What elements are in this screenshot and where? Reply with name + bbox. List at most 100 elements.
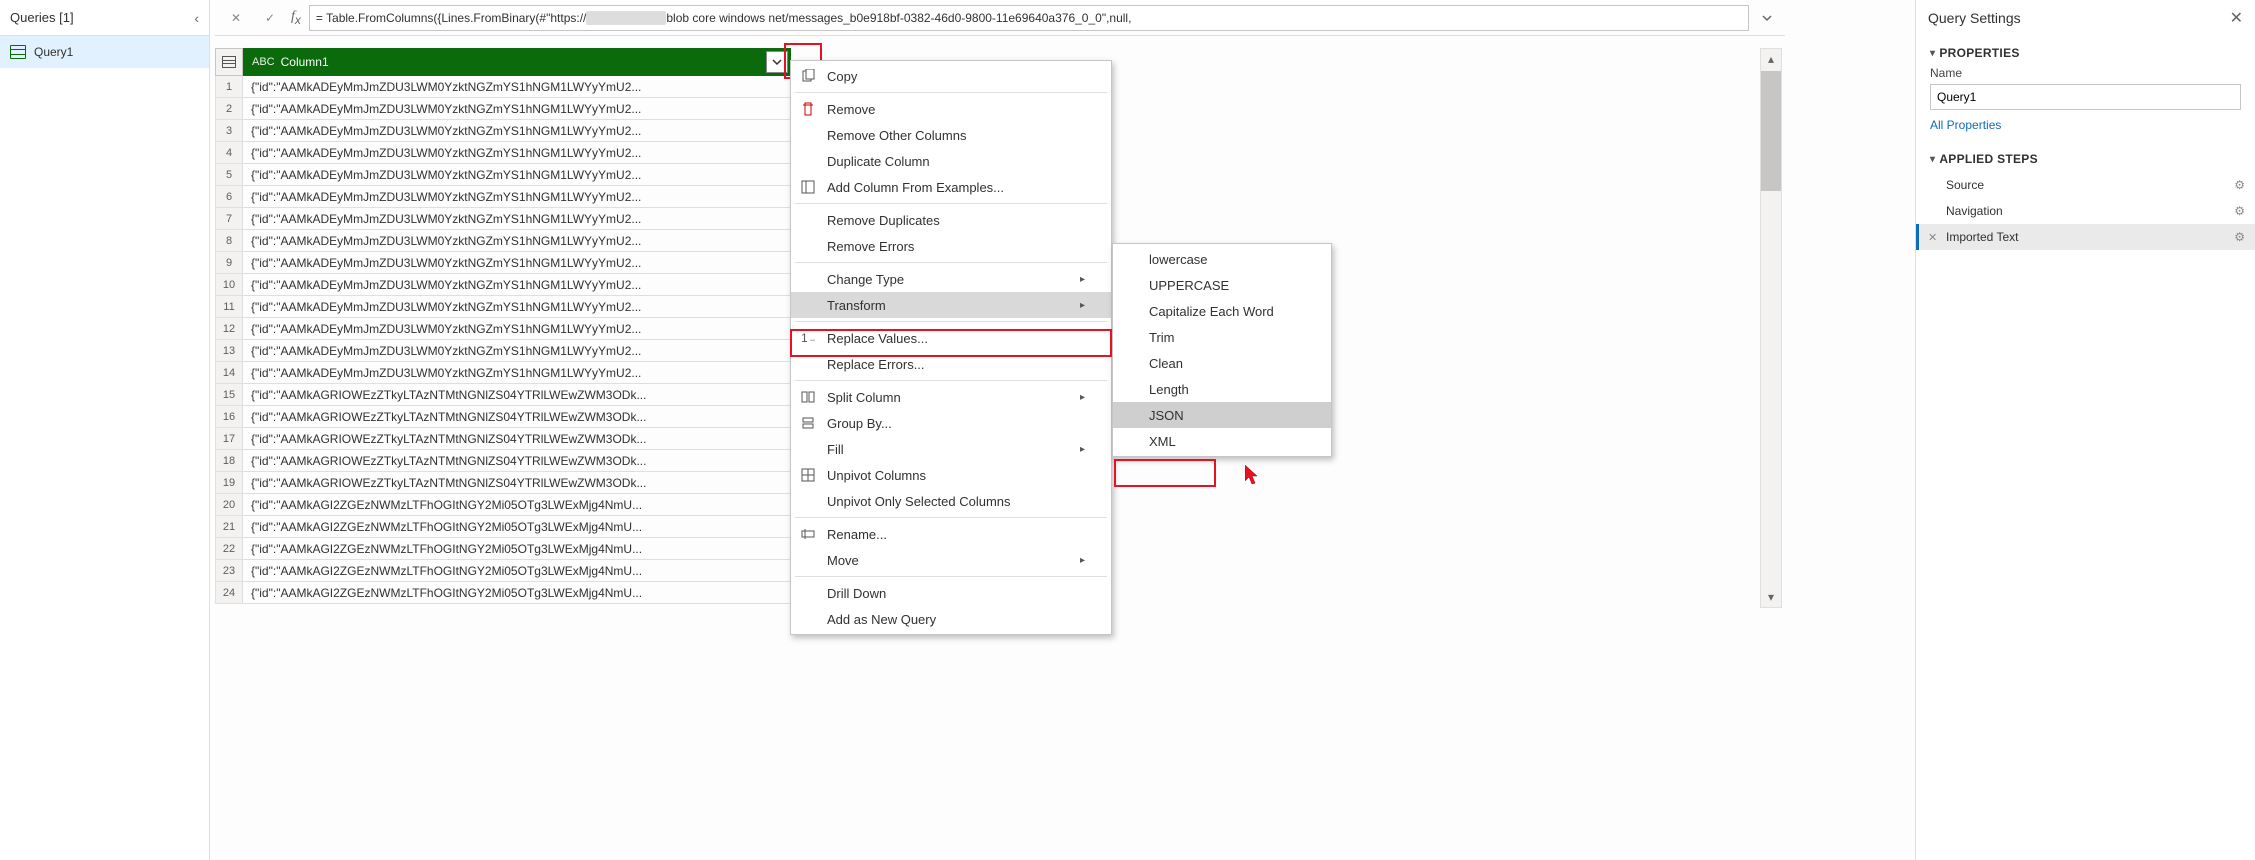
data-cell[interactable]: {"id":"AAMkAGI2ZGEzNWMzLTFhOGItNGY2Mi05O… bbox=[243, 516, 791, 538]
menu-item-remove-errors[interactable]: Remove Errors bbox=[791, 233, 1111, 259]
row-number-cell[interactable]: 5 bbox=[215, 164, 243, 186]
scroll-up-arrow[interactable]: ▴ bbox=[1761, 49, 1781, 69]
submenu-item-json[interactable]: JSON bbox=[1113, 402, 1331, 428]
menu-item-remove[interactable]: Remove bbox=[791, 96, 1111, 122]
data-cell[interactable]: {"id":"AAMkAGRIOWEzZTkyLTAzNTMtNGNlZS04Y… bbox=[243, 450, 791, 472]
menu-item-group-by[interactable]: Group By... bbox=[791, 410, 1111, 436]
data-cell[interactable]: {"id":"AAMkADEyMmJmZDU3LWM0YzktNGZmYS1hN… bbox=[243, 164, 791, 186]
data-cell[interactable]: {"id":"AAMkADEyMmJmZDU3LWM0YzktNGZmYS1hN… bbox=[243, 142, 791, 164]
data-cell[interactable]: {"id":"AAMkADEyMmJmZDU3LWM0YzktNGZmYS1hN… bbox=[243, 98, 791, 120]
gear-icon[interactable]: ⚙ bbox=[2234, 204, 2245, 218]
menu-item-unpivot-only-selected-columns[interactable]: Unpivot Only Selected Columns bbox=[791, 488, 1111, 514]
data-cell[interactable]: {"id":"AAMkADEyMmJmZDU3LWM0YzktNGZmYS1hN… bbox=[243, 230, 791, 252]
row-number-cell[interactable]: 2 bbox=[215, 98, 243, 120]
row-number-cell[interactable]: 20 bbox=[215, 494, 243, 516]
data-cell[interactable]: {"id":"AAMkAGRIOWEzZTkyLTAzNTMtNGNlZS04Y… bbox=[243, 406, 791, 428]
menu-item-move[interactable]: Move▸ bbox=[791, 547, 1111, 573]
formula-cancel-button[interactable]: ✕ bbox=[223, 5, 249, 31]
submenu-item-length[interactable]: Length bbox=[1113, 376, 1331, 402]
row-number-cell[interactable]: 3 bbox=[215, 120, 243, 142]
data-cell[interactable]: {"id":"AAMkADEyMmJmZDU3LWM0YzktNGZmYS1hN… bbox=[243, 208, 791, 230]
menu-item-transform[interactable]: Transform▸ bbox=[791, 292, 1111, 318]
delete-step-icon[interactable]: ✕ bbox=[1928, 231, 1937, 244]
menu-item-replace-errors[interactable]: Replace Errors... bbox=[791, 351, 1111, 377]
query-item[interactable]: Query1 bbox=[0, 36, 209, 68]
data-cell[interactable]: {"id":"AAMkAGI2ZGEzNWMzLTFhOGItNGY2Mi05O… bbox=[243, 560, 791, 582]
row-number-cell[interactable]: 1 bbox=[215, 76, 243, 98]
applied-step-source[interactable]: Source⚙ bbox=[1916, 172, 2255, 198]
data-cell[interactable]: {"id":"AAMkADEyMmJmZDU3LWM0YzktNGZmYS1hN… bbox=[243, 186, 791, 208]
data-cell[interactable]: {"id":"AAMkADEyMmJmZDU3LWM0YzktNGZmYS1hN… bbox=[243, 362, 791, 384]
menu-item-add-column-from-examples[interactable]: Add Column From Examples... bbox=[791, 174, 1111, 200]
gear-icon[interactable]: ⚙ bbox=[2234, 178, 2245, 192]
row-number-cell[interactable]: 9 bbox=[215, 252, 243, 274]
data-cell[interactable]: {"id":"AAMkAGRIOWEzZTkyLTAzNTMtNGNlZS04Y… bbox=[243, 428, 791, 450]
menu-item-split-column[interactable]: Split Column▸ bbox=[791, 384, 1111, 410]
menu-item-replace-values[interactable]: 1→2Replace Values... bbox=[791, 325, 1111, 351]
menu-item-remove-other-columns[interactable]: Remove Other Columns bbox=[791, 122, 1111, 148]
row-number-cell[interactable]: 21 bbox=[215, 516, 243, 538]
submenu-item-capitalize-each-word[interactable]: Capitalize Each Word bbox=[1113, 298, 1331, 324]
formula-input[interactable]: = Table.FromColumns({Lines.FromBinary(#"… bbox=[309, 5, 1749, 31]
submenu-item-lowercase[interactable]: lowercase bbox=[1113, 246, 1331, 272]
row-number-cell[interactable]: 14 bbox=[215, 362, 243, 384]
column-header[interactable]: ABC Column1 bbox=[243, 48, 791, 76]
menu-item-add-as-new-query[interactable]: Add as New Query bbox=[791, 606, 1111, 632]
menu-item-change-type[interactable]: Change Type▸ bbox=[791, 266, 1111, 292]
scroll-down-arrow[interactable]: ▾ bbox=[1761, 587, 1781, 607]
row-number-cell[interactable]: 10 bbox=[215, 274, 243, 296]
menu-item-fill[interactable]: Fill▸ bbox=[791, 436, 1111, 462]
formula-expand-button[interactable] bbox=[1757, 5, 1777, 31]
row-number-cell[interactable]: 15 bbox=[215, 384, 243, 406]
menu-item-unpivot-columns[interactable]: Unpivot Columns bbox=[791, 462, 1111, 488]
data-cell[interactable]: {"id":"AAMkADEyMmJmZDU3LWM0YzktNGZmYS1hN… bbox=[243, 296, 791, 318]
formula-commit-button[interactable]: ✓ bbox=[257, 5, 283, 31]
query-name-input[interactable] bbox=[1930, 84, 2241, 110]
scroll-thumb[interactable] bbox=[1761, 71, 1781, 191]
applied-steps-section-toggle[interactable]: ▾ APPLIED STEPS bbox=[1916, 142, 2255, 172]
applied-step-imported-text[interactable]: ✕Imported Text⚙ bbox=[1916, 224, 2255, 250]
data-cell[interactable]: {"id":"AAMkADEyMmJmZDU3LWM0YzktNGZmYS1hN… bbox=[243, 318, 791, 340]
table-selector-button[interactable] bbox=[215, 48, 243, 76]
submenu-item-clean[interactable]: Clean bbox=[1113, 350, 1331, 376]
row-number-cell[interactable]: 22 bbox=[215, 538, 243, 560]
data-cell[interactable]: {"id":"AAMkADEyMmJmZDU3LWM0YzktNGZmYS1hN… bbox=[243, 120, 791, 142]
row-number-cell[interactable]: 4 bbox=[215, 142, 243, 164]
data-cell[interactable]: {"id":"AAMkAGRIOWEzZTkyLTAzNTMtNGNlZS04Y… bbox=[243, 472, 791, 494]
data-cell[interactable]: {"id":"AAMkAGRIOWEzZTkyLTAzNTMtNGNlZS04Y… bbox=[243, 384, 791, 406]
menu-item-copy[interactable]: Copy bbox=[791, 63, 1111, 89]
properties-section-toggle[interactable]: ▾ PROPERTIES bbox=[1916, 36, 2255, 66]
column-filter-dropdown[interactable] bbox=[766, 51, 788, 73]
data-cell[interactable]: {"id":"AAMkADEyMmJmZDU3LWM0YzktNGZmYS1hN… bbox=[243, 340, 791, 362]
gear-icon[interactable]: ⚙ bbox=[2234, 230, 2245, 244]
row-number-cell[interactable]: 16 bbox=[215, 406, 243, 428]
data-cell[interactable]: {"id":"AAMkADEyMmJmZDU3LWM0YzktNGZmYS1hN… bbox=[243, 252, 791, 274]
data-cell[interactable]: {"id":"AAMkADEyMmJmZDU3LWM0YzktNGZmYS1hN… bbox=[243, 76, 791, 98]
data-cell[interactable]: {"id":"AAMkADEyMmJmZDU3LWM0YzktNGZmYS1hN… bbox=[243, 274, 791, 296]
menu-item-rename[interactable]: Rename... bbox=[791, 521, 1111, 547]
all-properties-link[interactable]: All Properties bbox=[1916, 116, 2255, 142]
submenu-item-xml[interactable]: XML bbox=[1113, 428, 1331, 454]
data-cell[interactable]: {"id":"AAMkAGI2ZGEzNWMzLTFhOGItNGY2Mi05O… bbox=[243, 538, 791, 560]
row-number-cell[interactable]: 11 bbox=[215, 296, 243, 318]
vertical-scrollbar[interactable]: ▴ ▾ bbox=[1760, 48, 1782, 608]
row-number-cell[interactable]: 19 bbox=[215, 472, 243, 494]
row-number-cell[interactable]: 24 bbox=[215, 582, 243, 604]
data-cell[interactable]: {"id":"AAMkAGI2ZGEzNWMzLTFhOGItNGY2Mi05O… bbox=[243, 582, 791, 604]
menu-item-remove-duplicates[interactable]: Remove Duplicates bbox=[791, 207, 1111, 233]
row-number-cell[interactable]: 18 bbox=[215, 450, 243, 472]
row-number-cell[interactable]: 8 bbox=[215, 230, 243, 252]
row-number-cell[interactable]: 6 bbox=[215, 186, 243, 208]
data-cell[interactable]: {"id":"AAMkAGI2ZGEzNWMzLTFhOGItNGY2Mi05O… bbox=[243, 494, 791, 516]
menu-item-drill-down[interactable]: Drill Down bbox=[791, 580, 1111, 606]
submenu-item-trim[interactable]: Trim bbox=[1113, 324, 1331, 350]
row-number-cell[interactable]: 17 bbox=[215, 428, 243, 450]
menu-item-duplicate-column[interactable]: Duplicate Column bbox=[791, 148, 1111, 174]
row-number-cell[interactable]: 23 bbox=[215, 560, 243, 582]
row-number-cell[interactable]: 12 bbox=[215, 318, 243, 340]
row-number-cell[interactable]: 13 bbox=[215, 340, 243, 362]
close-button[interactable]: ✕ bbox=[2230, 8, 2243, 28]
submenu-item-uppercase[interactable]: UPPERCASE bbox=[1113, 272, 1331, 298]
applied-step-navigation[interactable]: Navigation⚙ bbox=[1916, 198, 2255, 224]
queries-collapse-button[interactable]: ‹ bbox=[194, 10, 199, 26]
